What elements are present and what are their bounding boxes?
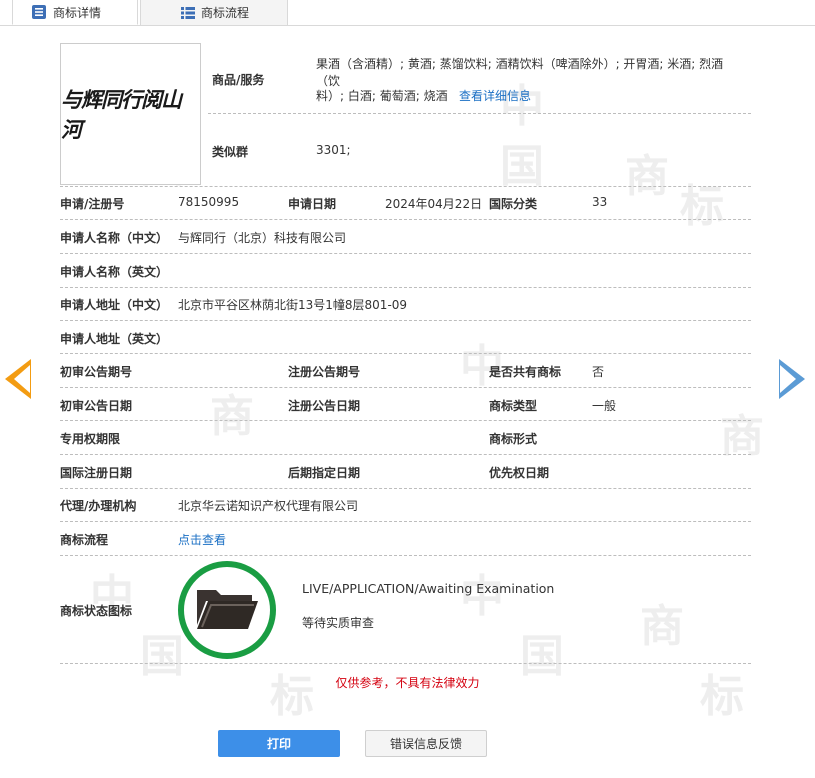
applicant-cn-label: 申请人名称（中文） [60,231,169,245]
list-icon [181,6,195,20]
tab-trademark-detail[interactable]: 商标详情 [12,0,138,25]
address-cn-label: 申请人地址（中文） [60,298,169,312]
divider [60,320,751,321]
later-date-label: 后期指定日期 [288,466,361,480]
flow-link[interactable]: 点击查看 [178,531,226,548]
folder-icon [194,585,260,636]
tab-trademark-flow[interactable]: 商标流程 [140,0,288,25]
document-list-icon [31,4,47,20]
status-en: LIVE/APPLICATION/Awaiting Examination [302,581,555,596]
divider [60,488,751,489]
shared-label: 是否共有商标 [489,365,562,379]
prelim-date-label: 初审公告日期 [60,399,133,413]
intl-class-value: 33 [592,195,608,209]
tab-label: 商标流程 [201,6,250,20]
divider [60,555,751,556]
next-arrow-icon[interactable] [779,359,805,399]
divider [208,113,751,114]
status-ring [178,561,276,659]
type-label: 商标类型 [489,399,538,413]
watermark-char: 商 [210,391,254,442]
similar-group-value: 3301; [316,143,351,157]
watermark-char: 标 [270,671,314,722]
applicant-en-label: 申请人名称（英文） [60,265,169,279]
divider [60,287,751,288]
status-label: 商标状态图标 [60,604,133,618]
agent-value: 北京华云诺知识产权代理有限公司 [178,499,359,513]
reg-no-label: 申请/注册号 [60,197,125,211]
flow-label: 商标流程 [60,533,109,547]
divider [60,521,751,522]
goods-value-2: 料）; 白酒; 葡萄酒; 烧酒 查看详细信息 [316,87,531,104]
status-cn: 等待实质审查 [302,616,375,630]
watermark-char: 商 [640,601,684,652]
shared-value: 否 [592,365,605,379]
goods-value-line: 料）; 白酒; 葡萄酒; 烧酒 [316,89,448,103]
divider [60,253,751,254]
address-cn-value: 北京市平谷区林荫北街13号1幢8层801-09 [178,298,408,312]
divider [60,454,751,455]
reg-no-value: 78150995 [178,195,240,209]
divider [60,219,751,220]
goods-label: 商品/服务 [212,73,265,87]
goods-value-line: 果酒（含酒精）; 黄酒; 蒸馏饮料; 酒精饮料（啤酒除外）; 开胃酒; 米酒; … [316,57,724,88]
tab-label: 商标详情 [53,5,102,20]
form-label: 商标形式 [489,432,538,446]
intl-reg-date-label: 国际注册日期 [60,466,133,480]
divider [60,420,751,421]
priority-label: 优先权日期 [489,466,550,480]
type-value: 一般 [592,399,617,413]
divider [60,353,751,354]
divider [60,186,751,187]
trademark-image: 与辉同行阅山河 [60,43,201,185]
prev-arrow-icon[interactable] [5,359,31,399]
error-feedback-button[interactable]: 错误信息反馈 [365,730,487,757]
intl-class-label: 国际分类 [489,197,538,211]
app-date-value: 2024年04月22日 [385,197,483,211]
address-en-label: 申请人地址（英文） [60,332,169,346]
tab-bar: 商标详情 商标流程 [0,0,815,26]
trademark-logo-text: 与辉同行阅山河 [61,87,182,142]
agent-label: 代理/办理机构 [60,499,137,513]
watermark-char: 标 [680,181,724,232]
watermark-char: 标 [700,671,744,722]
watermark-char: 中 [460,341,504,392]
goods-value: 果酒（含酒精）; 黄酒; 蒸馏饮料; 酒精饮料（啤酒除外）; 开胃酒; 米酒; … [316,55,741,89]
exclusive-label: 专用权期限 [60,432,121,446]
prelim-no-label: 初审公告期号 [60,365,133,379]
view-detail-link[interactable]: 查看详细信息 [459,89,531,103]
watermark-char: 国 [500,141,544,192]
watermark-char: 商 [625,151,669,202]
print-button[interactable]: 打印 [218,730,340,757]
divider [60,663,751,664]
reg-pub-date-label: 注册公告日期 [288,399,361,413]
similar-group-label: 类似群 [212,145,249,159]
applicant-cn-value: 与辉同行（北京）科技有限公司 [178,231,347,245]
divider [60,387,751,388]
reg-pub-no-label: 注册公告期号 [288,365,361,379]
app-date-label: 申请日期 [288,197,337,211]
disclaimer-text: 仅供参考，不具有法律效力 [335,676,480,690]
